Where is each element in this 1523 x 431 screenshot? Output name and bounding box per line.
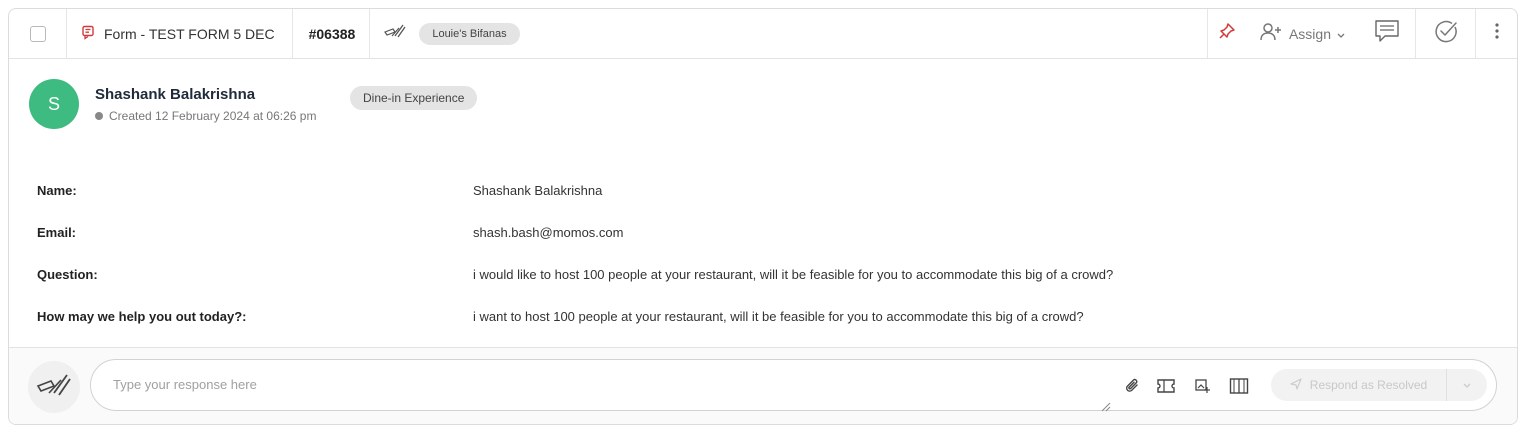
header-actions: Assign xyxy=(1206,9,1517,58)
select-cell xyxy=(9,9,67,58)
field-value: i would like to host 100 people at your … xyxy=(473,266,1114,282)
assign-label: Assign xyxy=(1288,25,1331,42)
ticket-icon[interactable] xyxy=(1156,376,1176,396)
respond-resolved-main[interactable]: Respond as Resolved xyxy=(1271,369,1447,401)
book-icon[interactable] xyxy=(1229,376,1249,396)
ticket-id-cell: #06388 xyxy=(293,9,371,58)
category-badge[interactable]: Dine-in Experience xyxy=(350,86,478,110)
form-source[interactable]: Form - TEST FORM 5 DEC xyxy=(67,9,293,58)
created-timestamp: Created 12 February 2024 at 06:26 pm xyxy=(109,109,317,123)
assign-button[interactable]: Assign xyxy=(1247,9,1359,58)
reply-box: Respond as Resolved xyxy=(90,359,1497,412)
author-block: S Shashank Balakrishna Created 12 Februa… xyxy=(29,79,316,131)
author-name: Shashank Balakrishna xyxy=(95,86,256,103)
field-value: i want to host 100 people at your restau… xyxy=(473,308,1084,324)
field-value: Shashank Balakrishna xyxy=(473,182,603,198)
pin-button[interactable] xyxy=(1206,9,1247,58)
select-checkbox[interactable] xyxy=(29,25,46,42)
field-row: Question: i would like to host 100 peopl… xyxy=(37,253,1497,295)
field-label: Email: xyxy=(37,224,77,240)
respond-resolved-button[interactable]: Respond as Resolved xyxy=(1271,369,1487,401)
attachment-icon[interactable] xyxy=(1123,376,1143,396)
resolve-toggle-button[interactable] xyxy=(1415,9,1475,58)
chevron-down-icon xyxy=(1463,376,1471,394)
send-icon xyxy=(1290,377,1302,393)
location-badge[interactable]: Louie's Bifanas xyxy=(419,22,520,45)
ticket-card: Form - TEST FORM 5 DEC #06388 Louie's Bi… xyxy=(8,8,1518,425)
form-icon xyxy=(81,25,95,43)
form-label: Form - TEST FORM 5 DEC xyxy=(104,25,275,42)
pin-icon xyxy=(1218,22,1236,45)
reply-footer: Respond as Resolved xyxy=(9,347,1517,424)
location-cell: Louie's Bifanas xyxy=(370,9,520,58)
field-row: Name: Shashank Balakrishna xyxy=(37,169,1497,211)
chevron-down-icon xyxy=(1337,26,1345,42)
more-icon xyxy=(1494,23,1499,44)
avatar: S xyxy=(29,79,79,129)
comment-button[interactable] xyxy=(1359,9,1415,58)
respond-options-dropdown[interactable] xyxy=(1447,369,1487,401)
respond-resolved-label: Respond as Resolved xyxy=(1309,378,1428,392)
field-row: Email: shash.bash@momos.com xyxy=(37,211,1497,253)
field-value: shash.bash@momos.com xyxy=(473,224,624,240)
ticket-header: Form - TEST FORM 5 DEC #06388 Louie's Bi… xyxy=(9,9,1517,59)
check-circle-icon xyxy=(1433,18,1459,49)
shop-avatar xyxy=(28,361,80,413)
assign-user-icon xyxy=(1259,22,1283,45)
comment-icon xyxy=(1374,18,1400,49)
shop-logo-icon xyxy=(35,372,73,403)
shop-logo-icon xyxy=(383,23,407,44)
form-fields: Name: Shashank Balakrishna Email: shash.… xyxy=(37,169,1497,337)
author-info: Shashank Balakrishna Created 12 February… xyxy=(95,86,316,123)
field-row: How may we help you out today?: i want t… xyxy=(37,295,1497,337)
field-label: Question: xyxy=(37,266,98,282)
field-label: How may we help you out today?: xyxy=(37,308,247,324)
resize-grip-icon[interactable] xyxy=(1101,399,1111,412)
created-line: Created 12 February 2024 at 06:26 pm xyxy=(95,109,316,123)
field-label: Name: xyxy=(37,182,77,198)
clock-icon xyxy=(95,112,103,120)
reply-input[interactable] xyxy=(113,377,1013,392)
image-icon[interactable] xyxy=(1192,376,1212,396)
ticket-id: #06388 xyxy=(308,25,356,42)
more-button[interactable] xyxy=(1475,9,1517,58)
